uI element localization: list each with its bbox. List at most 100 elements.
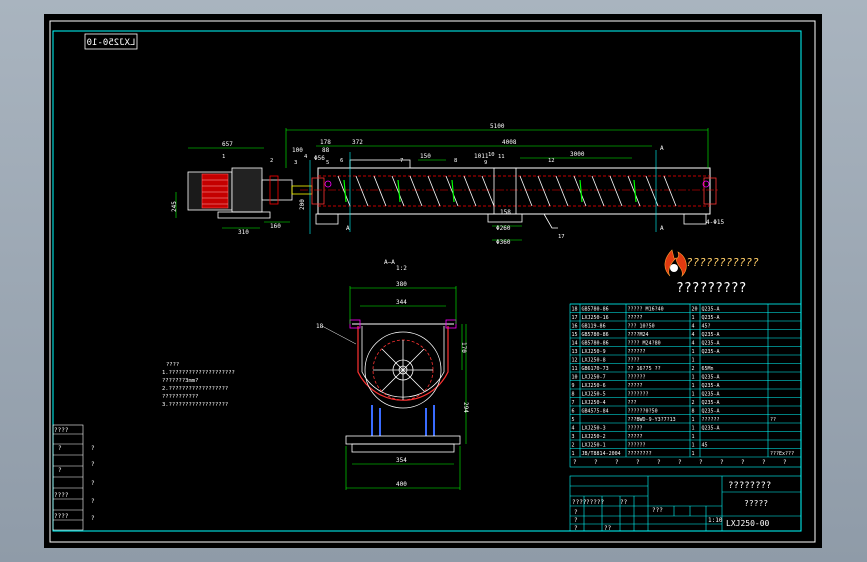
motor-core [201, 173, 229, 209]
bom-cell: 11 [572, 366, 578, 372]
logo-title: ????????? [676, 281, 746, 296]
dim-245: 245 [171, 201, 178, 212]
notes-line-4: ??????????? [162, 394, 198, 400]
dim-294: 294 [462, 402, 469, 413]
bom-cell: ?? 16?75 ?? [628, 366, 661, 372]
bom-cell: GB6170-73 [582, 366, 609, 372]
bom-cell: 3 [572, 434, 575, 440]
bom-cell: Q235-A [702, 332, 720, 338]
notes-line-2: ???????3mm? [162, 378, 198, 384]
part-label-8: 8 [454, 158, 457, 164]
bom-cell: LXJ250-8 [582, 358, 606, 364]
bom-cell: 45 [702, 443, 708, 449]
bom-cell: Q235-A [702, 307, 720, 313]
left-strip-label-8: ? [91, 498, 95, 505]
bom-cell: ??? [628, 400, 637, 406]
left-strip-label-6: ???? [54, 492, 69, 499]
dim-150: 150 [420, 153, 431, 160]
bom-cell: 7 [572, 400, 575, 406]
bom-cell: GB5780-86 [582, 332, 609, 338]
bom-cell: 13 [572, 349, 578, 355]
bom-cell: LXJ250-5 [582, 392, 606, 398]
notes-line-5: 3.?????????????????? [162, 402, 228, 408]
bom-cell: LXJ250-6 [582, 383, 606, 389]
part-label-11: 11 [498, 154, 505, 160]
title-block-row-6: ? [574, 517, 578, 524]
dim-holes: 4-Φ15 [706, 219, 724, 226]
bom-cell: GB5780-86 [582, 341, 609, 347]
bom-cell: 20 [692, 307, 698, 313]
bom-cell: Q235-A [702, 315, 720, 321]
bom-cell: 1 [692, 392, 695, 398]
title-block-title: ???????? [728, 481, 771, 491]
bom-cell: ????? [628, 426, 643, 432]
bom-cell: 45? [702, 324, 711, 330]
bom-cell: 1 [692, 383, 695, 389]
bom-cell: 8 [572, 392, 575, 398]
dim-phi260: Φ260 [496, 225, 511, 232]
bom-cell: ??? 10?50 [628, 324, 655, 330]
gearbox [231, 167, 263, 213]
bom-cell: 1 [692, 417, 695, 423]
bom-cell: Q235-A [702, 383, 720, 389]
title-block-row-5: ? [574, 509, 578, 516]
left-strip-label-3: ? [91, 445, 95, 452]
bom-cell: ???? M24?80 [628, 341, 661, 347]
bom-cell: Q235-A [702, 349, 720, 355]
dim-3000: 3000 [570, 151, 585, 158]
bom-cell: 16 [572, 324, 578, 330]
bom-cell: LXJ250-4 [582, 400, 606, 406]
bom-cell: 2 [572, 443, 575, 449]
dim-400: 400 [396, 481, 407, 488]
title-block-row-8: ?? [604, 525, 612, 532]
dim-200: 200 [299, 199, 306, 210]
notes-title: ???? [166, 362, 179, 368]
dim-160: 160 [270, 223, 281, 230]
bom-cell: Q235-A [702, 400, 720, 406]
bom-cell: 4 [692, 332, 695, 338]
part-label-3: 3 [294, 160, 297, 166]
bom-cell: 1 [692, 315, 695, 321]
dim-344: 344 [396, 299, 407, 306]
title-block-row-4: ??? [652, 507, 663, 514]
bom-header-cell: ? [762, 459, 766, 466]
bom-header-cell: ? [720, 459, 724, 466]
bom-cell: 15 [572, 332, 578, 338]
bom-cell: 1 [692, 358, 695, 364]
part-label-7: 7 [400, 158, 403, 164]
bom-cell: Q235-A [702, 341, 720, 347]
dim-310: 310 [238, 229, 249, 236]
bom-cell: ??????0?50 [628, 409, 658, 415]
bom-cell: 1 [692, 451, 695, 457]
title-block-row-7: ? [574, 525, 578, 532]
bom-header-cell: ? [657, 459, 661, 466]
title-block-row-3: ?? [620, 499, 628, 506]
bom-cell: 1 [572, 451, 575, 457]
bom-note-row1: ???Ex??? [770, 451, 794, 457]
part-label-17: 17 [558, 234, 565, 240]
title-block-row-1: ???? [572, 499, 587, 506]
bom-cell: 2 [692, 366, 695, 372]
bom-cell: GB5780-86 [582, 307, 609, 313]
bom-cell: ???BWD-9-Y3?7?13 [628, 417, 676, 423]
dim-88: 88 [322, 147, 330, 154]
section-title: A—A [384, 259, 395, 266]
bom-cell: 5 [572, 417, 575, 423]
notes-line-3: 2.?????????????????? [162, 386, 228, 392]
left-strip-label-9: ???? [54, 513, 69, 520]
title-block-drawing-no: LXJ250-00 [726, 519, 770, 528]
part-label-1: 1 [222, 154, 225, 160]
bom-cell: 65Mn [702, 366, 714, 372]
cad-drawing-sheet: LXJ250-10 ???? ? ? ? ? ???? ? ? ???? ? 5… [44, 14, 822, 548]
bom-cell: 10 [572, 375, 578, 381]
bom-cell: 2 [692, 400, 695, 406]
logo-text: ??????????? [686, 256, 759, 269]
title-block-subtitle: ????? [744, 499, 768, 508]
dim-657: 657 [222, 141, 233, 148]
part-label-6: 6 [340, 158, 343, 164]
bom-cell: Q235-A [702, 392, 720, 398]
left-strip-label-5: ? [91, 461, 95, 468]
bom-header-cell: ? [783, 459, 787, 466]
bom-cell: 1 [692, 375, 695, 381]
dim-100: 100 [292, 147, 303, 154]
